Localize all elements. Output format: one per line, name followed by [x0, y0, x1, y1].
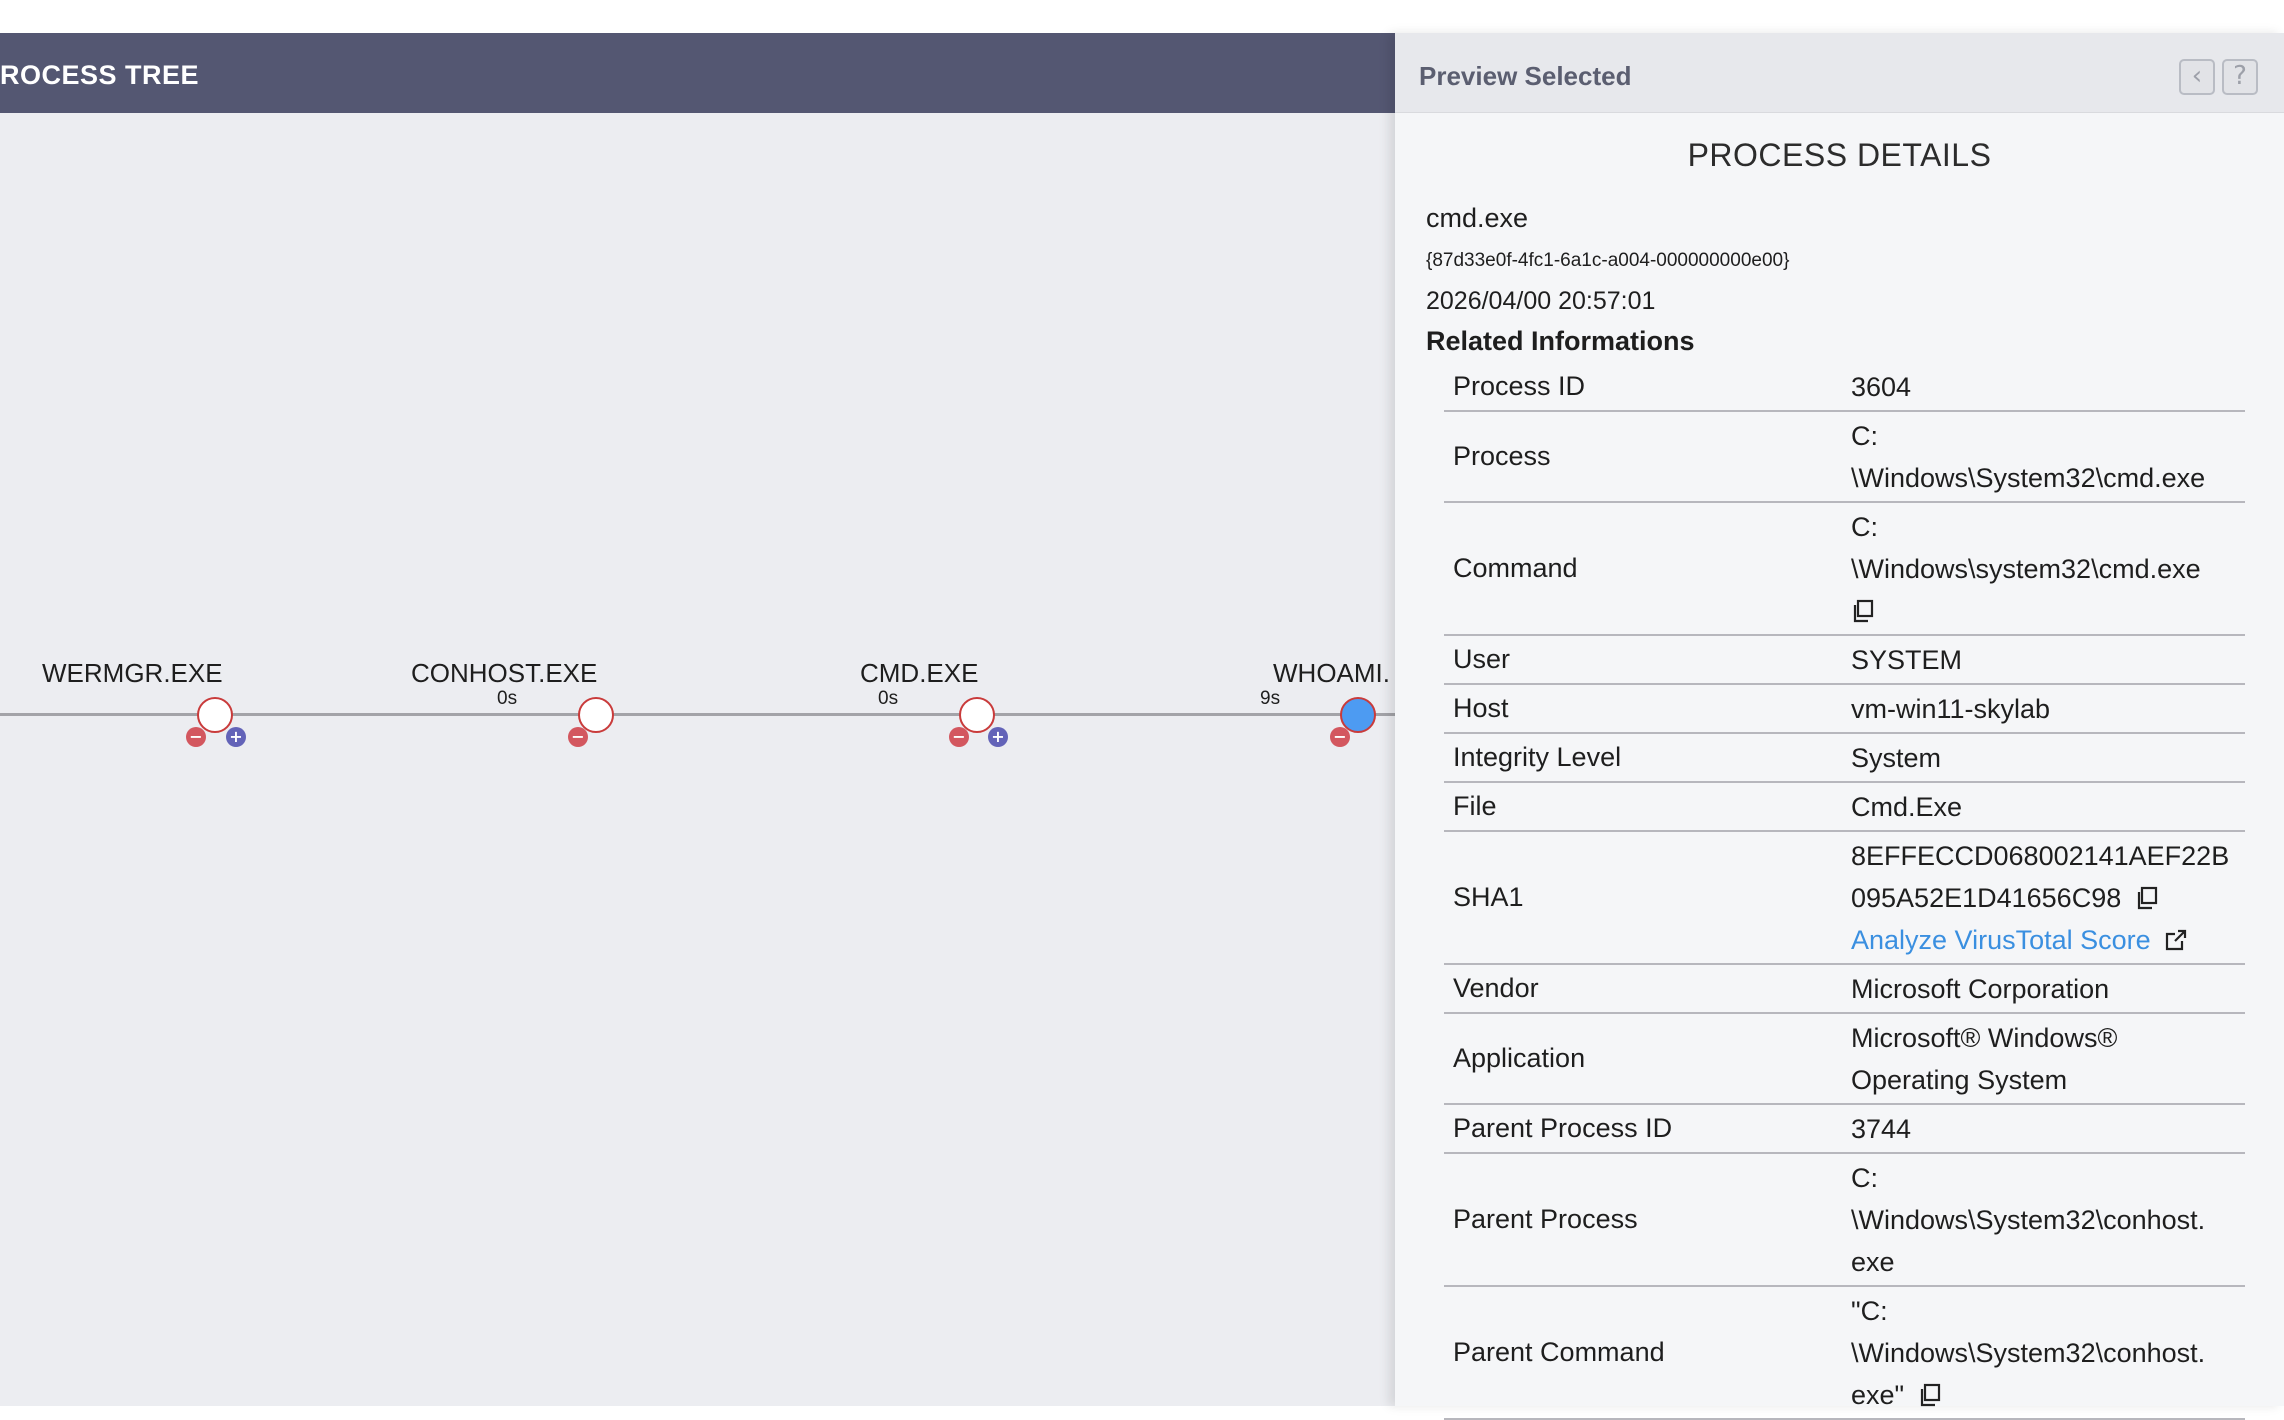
row-value: 8EFFECCD068002141AEF22B 095A52E1D41656C9… — [1851, 832, 2245, 963]
row-value: "C: \Windows\System32\conhost. exe" — [1851, 1287, 2245, 1418]
row-key: Process — [1453, 441, 1551, 471]
node-label-whoami: WHOAMI. — [1273, 658, 1390, 688]
value-line: C: — [1851, 1163, 1878, 1193]
node-label-wermgr: WERMGR.EXE — [42, 658, 223, 688]
node-label-conhost: CONHOST.EXE — [411, 658, 598, 688]
row-value: C: \Windows\System32\conhost. exe — [1851, 1154, 2245, 1285]
row-key: Application — [1453, 1043, 1586, 1073]
row-value: Microsoft Corporation — [1851, 974, 2110, 1004]
value-line: 8EFFECCD068002141AEF22B — [1851, 841, 2230, 871]
details-table: Process ID 3604 Process C: \Windows\Syst… — [1444, 363, 2245, 1420]
value-line: C: — [1851, 421, 1878, 451]
process-tree-header: ROCESS TREE — [0, 33, 1395, 113]
value-line: Microsoft® Windows® — [1851, 1023, 2118, 1053]
node-label-cmd: CMD.EXE — [860, 658, 979, 688]
row-value: C: \Windows\System32\cmd.exe — [1851, 412, 2245, 501]
preview-title: Preview Selected — [1419, 61, 1632, 91]
process-tree-panel[interactable]: ROCESS TREE WERMGR.EXE − + CONHOST.EXE 0… — [0, 33, 1395, 1406]
row-value: 3604 — [1851, 372, 1912, 402]
row-key: SHA1 — [1453, 882, 1524, 912]
expand-icon[interactable]: + — [988, 727, 1008, 747]
virustotal-line: Analyze VirusTotal Score — [1851, 919, 2245, 961]
related-informations-title: Related Informations — [1426, 326, 1695, 356]
process-guid: {87d33e0f-4fc1-6a1c-a004-000000000e00} — [1426, 250, 1790, 271]
node-time-whoami: 9s — [1260, 688, 1281, 709]
table-row: Host vm-win11-skylab — [1444, 685, 2245, 734]
process-timestamp: 2026/04/00 20:57:01 — [1426, 287, 1656, 315]
value-line: \Windows\system32\cmd.exe — [1851, 554, 2201, 584]
table-row: Process ID 3604 — [1444, 363, 2245, 412]
copy-icon[interactable] — [2135, 886, 2159, 910]
value-line: \Windows\System32\cmd.exe — [1851, 463, 2206, 493]
table-row: Parent Command "C: \Windows\System32\con… — [1444, 1287, 2245, 1420]
back-icon[interactable]: ‹ — [2179, 59, 2215, 95]
sha1-tail: 095A52E1D41656C98 — [1851, 883, 2122, 913]
row-value: Cmd.Exe — [1851, 792, 1963, 822]
table-row: Parent Process ID 3744 — [1444, 1105, 2245, 1154]
row-key: Host — [1453, 693, 1509, 723]
table-row: SHA1 8EFFECCD068002141AEF22B 095A52E1D41… — [1444, 832, 2245, 965]
value-line: \Windows\System32\conhost. — [1851, 1338, 2206, 1368]
row-key: Parent Process ID — [1453, 1113, 1673, 1143]
collapse-icon[interactable]: − — [186, 727, 206, 747]
row-key: Parent Command — [1453, 1337, 1665, 1367]
value-line: \Windows\System32\conhost. — [1851, 1205, 2206, 1235]
table-row: File Cmd.Exe — [1444, 783, 2245, 832]
process-tree-title: ROCESS TREE — [0, 60, 200, 90]
table-row: Application Microsoft® Windows® Operatin… — [1444, 1014, 2245, 1105]
collapse-icon[interactable]: − — [949, 727, 969, 747]
table-row: User SYSTEM — [1444, 636, 2245, 685]
copy-icon[interactable] — [1851, 599, 1875, 623]
expand-icon[interactable]: + — [226, 727, 246, 747]
row-value: C: \Windows\system32\cmd.exe — [1851, 503, 2245, 634]
row-key: File — [1453, 791, 1497, 821]
virustotal-link[interactable]: Analyze VirusTotal Score — [1851, 925, 2151, 955]
table-row: Integrity Level System — [1444, 734, 2245, 783]
row-key: Parent Process — [1453, 1204, 1638, 1234]
row-key: User — [1453, 644, 1511, 674]
node-time-cmd: 0s — [878, 688, 899, 709]
copy-icon[interactable] — [1918, 1383, 1942, 1407]
value-line: C: — [1851, 512, 1878, 542]
row-key: Command — [1453, 553, 1578, 583]
row-value: System — [1851, 743, 1942, 773]
value-line: "C: — [1851, 1296, 1888, 1326]
table-row: Vendor Microsoft Corporation — [1444, 965, 2245, 1014]
collapse-icon[interactable]: − — [568, 727, 588, 747]
value-line: exe" — [1851, 1374, 2245, 1416]
preview-header: Preview Selected ‹ ? — [1395, 33, 2284, 113]
row-key: Process ID — [1453, 371, 1586, 401]
collapse-icon[interactable]: − — [1330, 727, 1350, 747]
copy-line — [1851, 590, 2245, 632]
external-link-icon[interactable] — [2164, 928, 2188, 952]
table-row: Parent Process C: \Windows\System32\conh… — [1444, 1154, 2245, 1287]
row-value: SYSTEM — [1851, 645, 1963, 675]
value-line: exe — [1851, 1247, 1895, 1277]
preview-panel: Preview Selected ‹ ? PROCESS DETAILS cmd… — [1395, 33, 2284, 1420]
row-key: Vendor — [1453, 973, 1539, 1003]
value-line: 095A52E1D41656C98 — [1851, 877, 2245, 919]
row-value: Microsoft® Windows® Operating System — [1851, 1014, 2245, 1103]
row-value: vm-win11-skylab — [1851, 694, 2051, 724]
row-value: 3744 — [1851, 1114, 1912, 1144]
table-row: Command C: \Windows\system32\cmd.exe — [1444, 503, 2245, 636]
value-line: Operating System — [1851, 1065, 2068, 1095]
process-name: cmd.exe — [1426, 203, 1529, 233]
table-row: Process C: \Windows\System32\cmd.exe — [1444, 412, 2245, 503]
row-key: Integrity Level — [1453, 742, 1622, 772]
node-time-conhost: 0s — [497, 688, 518, 709]
process-details-heading: PROCESS DETAILS — [1687, 137, 1992, 173]
top-strip — [0, 0, 2284, 33]
help-icon[interactable]: ? — [2222, 59, 2258, 95]
